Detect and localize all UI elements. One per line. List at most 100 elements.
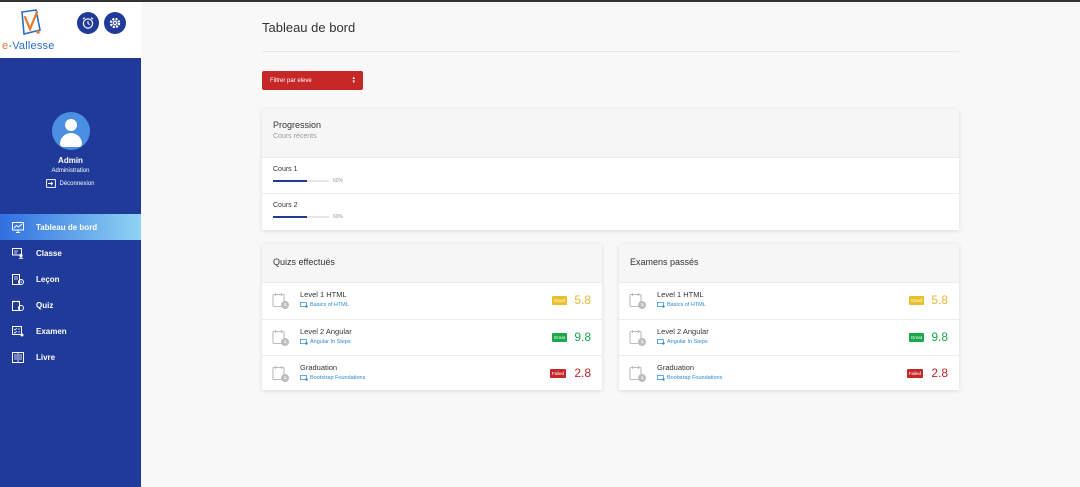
quiz-icon	[12, 300, 24, 311]
course-icon	[300, 338, 308, 345]
sidebar-item-examen[interactable]: Examen	[0, 318, 141, 344]
course-name: Bootstrap Foundations	[667, 375, 723, 381]
sidebar-item-tableau-de-bord[interactable]: Tableau de bord	[0, 214, 141, 240]
page-title: Tableau de bord	[262, 20, 356, 35]
progress-card-header: Progression Cours récents	[262, 109, 959, 157]
calendar-clock-icon	[629, 366, 646, 382]
score-value: 9.8	[574, 329, 591, 344]
user-profile: Admin Administration Déconnexion	[0, 112, 141, 188]
avatar[interactable]	[51, 112, 90, 150]
score-value: 9.8	[931, 329, 948, 344]
course-icon	[300, 375, 308, 381]
progress-card: Progression Cours récents Cours 1 60% Co…	[262, 109, 959, 230]
dashboard-icon	[12, 221, 24, 233]
item-title[interactable]: Level 1 HTML	[657, 290, 704, 299]
course-name: Bootstrap Foundations	[310, 375, 366, 381]
score-value: 5.8	[574, 293, 591, 307]
course-link[interactable]: Angular In Steps	[657, 339, 708, 345]
sidebar-item-label: Classe	[36, 248, 62, 258]
sidebar-item-label: Leçon	[36, 274, 60, 284]
course-name: Cours 2	[273, 202, 298, 209]
progress-subtitle: Cours récents	[273, 133, 317, 140]
logo-bar: e-Vallesse	[0, 2, 141, 58]
select-caret-icon: ▴ ▾	[352, 75, 355, 85]
lesson-icon	[12, 273, 24, 285]
item-title[interactable]: Level 2 Angular	[657, 327, 709, 336]
calendar-clock-icon	[629, 329, 646, 346]
progress-bar-fill	[273, 180, 307, 182]
calendar-clock-icon	[272, 329, 289, 346]
quizzes-title: Quizs effectués	[273, 257, 335, 267]
course-link[interactable]: Basics of HTML	[300, 302, 349, 308]
sidebar-item-quiz[interactable]: Quiz	[0, 292, 141, 318]
app-logo[interactable]: e-Vallesse	[2, 8, 56, 54]
logo-text: e-Vallesse	[2, 40, 55, 52]
item-title[interactable]: Level 1 HTML	[300, 290, 347, 299]
sidebar-item-label: Livre	[36, 352, 56, 362]
gear-icon[interactable]	[104, 12, 126, 34]
list-item[interactable]: Graduation Bootstrap Foundations Failed …	[262, 355, 602, 392]
progress-title: Progression	[273, 120, 322, 130]
course-name: Basics of HTML	[310, 302, 349, 308]
progress-bar	[273, 216, 329, 218]
course-name: Basics of HTML	[667, 302, 706, 308]
list-item[interactable]: Level 1 HTML Basics of HTML Good 5.8	[619, 282, 959, 319]
quizzes-card-header: Quizs effectués	[262, 244, 602, 282]
score-value: 5.8	[931, 293, 948, 307]
user-role: Administration	[51, 168, 90, 174]
logout-icon	[46, 179, 57, 188]
sidebar-item-label: Quiz	[36, 300, 54, 310]
progress-percent: 60%	[333, 214, 344, 220]
status-badge: Good	[908, 296, 924, 305]
title-divider	[262, 51, 959, 52]
list-item[interactable]: Level 2 Angular Angular In Steps Great 9…	[262, 318, 602, 356]
logo-mark-icon	[21, 9, 41, 36]
book-icon	[12, 351, 24, 363]
course-icon	[657, 375, 665, 381]
user-name: Admin	[58, 156, 83, 165]
exams-title: Examens passés	[630, 257, 699, 267]
sidebar-item-label: Tableau de bord	[36, 222, 98, 232]
sidebar-item-lecon[interactable]: Leçon	[0, 266, 141, 292]
course-icon	[657, 302, 665, 308]
course-icon	[657, 338, 665, 345]
course-progress-row[interactable]: Cours 2 60%	[262, 193, 959, 229]
score-value: 2.8	[574, 366, 591, 380]
course-name: Cours 1	[273, 166, 298, 173]
status-badge: Great	[551, 332, 567, 342]
course-link[interactable]: Basics of HTML	[657, 302, 706, 308]
calendar-clock-icon	[272, 293, 289, 309]
status-badge: Failed	[549, 369, 566, 378]
sidebar: e-Vallesse Admin Administration Déconnex…	[0, 2, 141, 487]
course-link[interactable]: Bootstrap Foundations	[300, 375, 365, 381]
calendar-clock-icon	[272, 366, 289, 382]
status-badge: Failed	[906, 369, 923, 378]
status-badge: Great	[908, 332, 924, 342]
score-value: 2.8	[931, 366, 948, 380]
filter-by-student-select[interactable]: Filtrer par eleve ▴ ▾	[262, 71, 363, 90]
progress-percent: 60%	[333, 178, 344, 184]
exam-icon	[12, 325, 24, 336]
course-progress-row[interactable]: Cours 1 60%	[262, 157, 959, 193]
sidebar-item-label: Examen	[36, 326, 67, 336]
course-link[interactable]: Angular In Steps	[300, 339, 351, 345]
list-item[interactable]: Level 1 HTML Basics of HTML Good 5.8	[262, 282, 602, 319]
course-name: Angular In Steps	[667, 338, 708, 345]
quizzes-card: Quizs effectués Level 1 HTML Basics of H…	[262, 244, 602, 390]
sidebar-item-classe[interactable]: Classe	[0, 240, 141, 266]
item-title[interactable]: Level 2 Angular	[300, 327, 352, 336]
list-item[interactable]: Level 2 Angular Angular In Steps Great 9…	[619, 318, 959, 356]
course-link[interactable]: Bootstrap Foundations	[657, 375, 722, 381]
logout-label: Déconnexion	[59, 180, 95, 187]
sidebar-item-livre[interactable]: Livre	[0, 344, 141, 370]
alarm-clock-icon[interactable]	[77, 12, 99, 34]
list-item[interactable]: Graduation Bootstrap Foundations Failed …	[619, 355, 959, 392]
logout-link[interactable]: Déconnexion	[0, 179, 141, 188]
course-icon	[300, 302, 308, 308]
calendar-clock-icon	[629, 293, 646, 309]
exams-card: Examens passés Level 1 HTML Basics of HT…	[619, 244, 959, 390]
status-badge: Good	[551, 296, 567, 305]
sidebar-nav: Tableau de bord Classe Leçon Quiz Examen…	[0, 214, 141, 370]
item-title[interactable]: Graduation	[657, 363, 694, 372]
item-title[interactable]: Graduation	[300, 363, 337, 372]
